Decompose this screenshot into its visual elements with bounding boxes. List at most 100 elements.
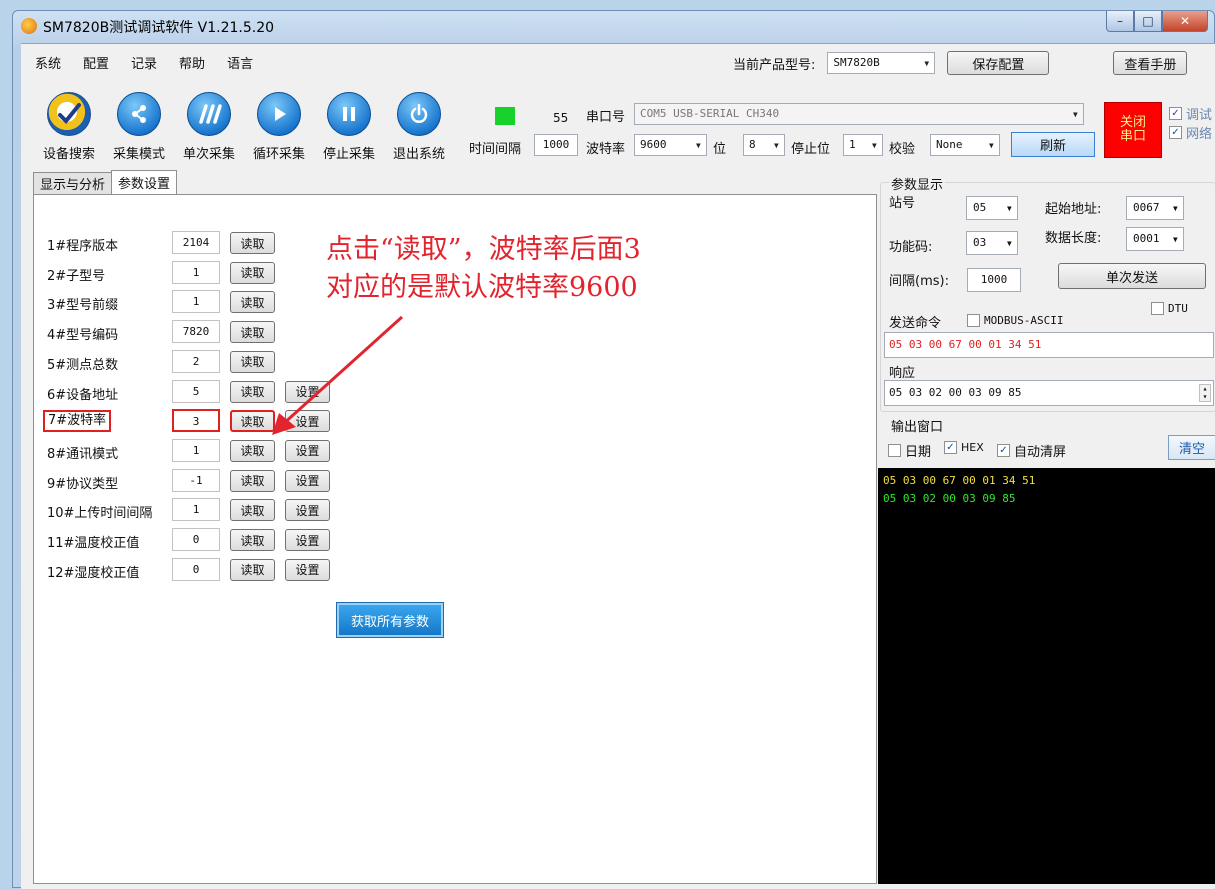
date-checkbox-row[interactable]: 日期 xyxy=(888,441,931,460)
data-length-select[interactable]: 0001 xyxy=(1126,227,1184,251)
param-set-button[interactable]: 设置 xyxy=(285,499,330,522)
param-set-button[interactable]: 设置 xyxy=(285,529,330,551)
tab-param-settings[interactable]: 参数设置 xyxy=(111,170,178,194)
param-value-input[interactable]: 1 xyxy=(172,290,220,314)
response-field[interactable]: 05 03 02 00 03 09 85 ▴ ▾ xyxy=(884,380,1214,406)
close-window-button[interactable]: ✕ xyxy=(1162,11,1208,32)
parity-select[interactable]: None xyxy=(930,134,1000,156)
minimize-button[interactable]: – xyxy=(1106,11,1134,32)
debug-checkbox[interactable]: ✓ xyxy=(1169,107,1182,120)
stop-bits-select[interactable]: 1 xyxy=(843,134,883,156)
param-value-input[interactable]: 7820 xyxy=(172,320,220,344)
param-read-button[interactable]: 读取 xyxy=(230,380,275,403)
menu-language[interactable]: 语言 xyxy=(227,53,253,72)
param-read-button[interactable]: 读取 xyxy=(230,499,275,522)
param-label: 3#型号前缀 xyxy=(47,298,119,314)
debug-checkbox-row[interactable]: ✓ 调试 xyxy=(1169,104,1212,123)
param-value-input[interactable]: 1 xyxy=(172,260,220,284)
param-set-button[interactable]: 设置 xyxy=(285,439,330,462)
response-spin-icon[interactable]: ▴ ▾ xyxy=(1199,384,1211,402)
collect-mode-button[interactable]: 采集模式 xyxy=(107,92,171,162)
menu-help[interactable]: 帮助 xyxy=(179,53,205,72)
title-bar[interactable]: SM7820B测试调试软件 V1.21.5.20 – □ ✕ xyxy=(13,11,1214,41)
close-port-label: 关闭串口 xyxy=(1119,115,1146,144)
param-set-button[interactable]: 设置 xyxy=(285,558,330,581)
start-addr-select[interactable]: 0067 xyxy=(1126,196,1184,220)
menu-record[interactable]: 记录 xyxy=(131,53,157,72)
function-code-select[interactable]: 03 xyxy=(966,231,1018,255)
param-read-button[interactable]: 读取 xyxy=(230,410,275,433)
response-value: 05 03 02 00 03 09 85 xyxy=(889,386,1022,399)
exit-system-button[interactable]: 退出系统 xyxy=(387,92,451,162)
date-label: 日期 xyxy=(905,445,932,460)
param-label: 6#设备地址 xyxy=(47,387,119,403)
dtu-checkbox-row[interactable]: DTU xyxy=(1151,302,1188,315)
auto-clear-label: 自动清屏 xyxy=(1014,445,1067,460)
view-manual-button[interactable]: 查看手册 xyxy=(1113,51,1188,75)
refresh-button[interactable]: 刷新 xyxy=(1011,132,1095,157)
param-read-button[interactable]: 读取 xyxy=(230,232,275,254)
station-label: 站号 xyxy=(889,196,916,211)
param-value-input[interactable]: 2 xyxy=(172,349,220,373)
single-collect-button[interactable]: 单次采集 xyxy=(177,92,241,162)
send-once-button[interactable]: 单次发送 xyxy=(1058,263,1206,289)
param-value-input[interactable]: 0 xyxy=(172,557,220,581)
maximize-button[interactable]: □ xyxy=(1134,11,1162,32)
bits-select[interactable]: 8 xyxy=(743,134,785,156)
param-value-input[interactable]: 1 xyxy=(172,438,220,462)
pause-icon xyxy=(327,92,371,136)
param-read-button[interactable]: 读取 xyxy=(230,558,275,581)
modbus-ascii-checkbox[interactable] xyxy=(967,314,980,327)
param-read-button[interactable]: 读取 xyxy=(230,529,275,551)
param-read-button[interactable]: 读取 xyxy=(230,439,275,462)
param-row: 4#型号编码 7820 读取 xyxy=(34,319,434,345)
param-set-button[interactable]: 设置 xyxy=(285,410,330,433)
dtu-checkbox[interactable] xyxy=(1151,302,1164,315)
param-read-button[interactable]: 读取 xyxy=(230,291,275,314)
param-value-input[interactable]: 0 xyxy=(172,528,220,551)
param-read-button[interactable]: 读取 xyxy=(230,261,275,284)
param-set-button[interactable]: 设置 xyxy=(285,380,330,403)
date-checkbox[interactable] xyxy=(888,444,901,457)
port-select[interactable]: COM5 USB-SERIAL CH340 xyxy=(634,103,1084,125)
output-console[interactable]: 05 03 00 67 00 01 34 51 05 03 02 00 03 09… xyxy=(878,468,1215,884)
menu-system[interactable]: 系统 xyxy=(35,53,61,72)
param-read-button[interactable]: 读取 xyxy=(230,321,275,344)
debug-label: 调试 xyxy=(1186,108,1213,123)
interval-input[interactable]: 1000 xyxy=(534,134,578,156)
param-set-button[interactable]: 设置 xyxy=(285,469,330,492)
param-value-input[interactable]: 3 xyxy=(172,409,220,433)
get-all-params-button[interactable]: 获取所有参数 xyxy=(336,602,444,638)
param-read-button[interactable]: 读取 xyxy=(230,350,275,373)
start-addr-label: 起始地址: xyxy=(1045,202,1102,217)
param-read-button[interactable]: 读取 xyxy=(230,469,275,492)
param-value-input[interactable]: -1 xyxy=(172,468,220,492)
network-checkbox[interactable]: ✓ xyxy=(1169,126,1182,139)
network-checkbox-row[interactable]: ✓ 网络 xyxy=(1169,123,1212,142)
stop-collect-button[interactable]: 停止采集 xyxy=(317,92,381,162)
send-command-label: 发送命令 xyxy=(889,316,942,331)
close-port-button[interactable]: 关闭串口 xyxy=(1104,102,1162,158)
tab-display-analysis[interactable]: 显示与分析 xyxy=(33,172,113,194)
param-label: 12#湿度校正值 xyxy=(47,565,140,581)
power-icon xyxy=(397,92,441,136)
menu-config[interactable]: 配置 xyxy=(83,53,109,72)
param-value-input[interactable]: 2104 xyxy=(172,231,220,254)
auto-clear-checkbox-row[interactable]: ✓ 自动清屏 xyxy=(997,441,1066,460)
clear-output-button[interactable]: 清空 xyxy=(1168,435,1215,460)
loop-collect-button[interactable]: 循环采集 xyxy=(247,92,311,162)
hex-checkbox[interactable]: ✓ xyxy=(944,441,957,454)
station-select[interactable]: 05 xyxy=(966,196,1018,220)
device-search-button[interactable]: 设备搜索 xyxy=(37,92,101,162)
param-value-input[interactable]: 1 xyxy=(172,498,220,522)
param-value-input[interactable]: 5 xyxy=(172,379,220,403)
auto-clear-checkbox[interactable]: ✓ xyxy=(997,444,1010,457)
hex-checkbox-row[interactable]: ✓ HEX xyxy=(944,441,984,454)
save-config-button[interactable]: 保存配置 xyxy=(947,51,1050,75)
window-controls: – □ ✕ xyxy=(1106,11,1208,32)
baud-select[interactable]: 9600 xyxy=(634,134,707,156)
product-model-select[interactable]: SM7820B xyxy=(827,52,936,74)
modbus-ascii-checkbox-row[interactable]: MODBUS-ASCII xyxy=(967,314,1063,327)
send-interval-input[interactable]: 1000 xyxy=(967,268,1021,292)
send-command-field[interactable]: 05 03 00 67 00 01 34 51 xyxy=(884,332,1214,358)
